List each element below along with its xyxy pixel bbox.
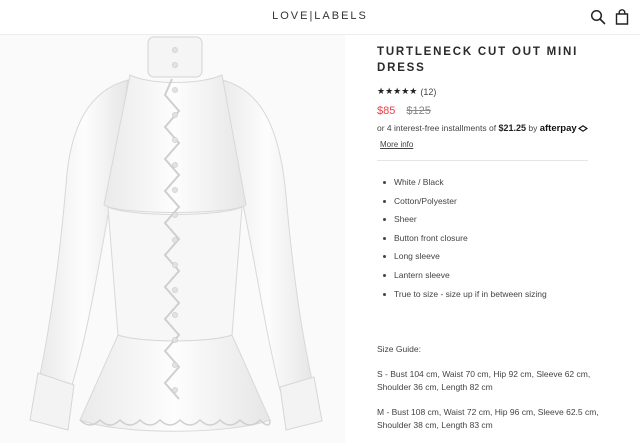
dress-illustration [29,36,323,432]
list-item: Sheer [377,210,592,229]
product-rating[interactable]: ★★★★★ (12) [377,86,592,97]
sale-price: $85 [377,105,396,117]
site-logo[interactable]: LOVE|LABELS [0,10,640,22]
size-guide-row: M - Bust 108 cm, Waist 72 cm, Hip 96 cm,… [377,407,599,430]
price-block: $85 $125 [377,105,592,117]
list-item: Button front closure [377,229,592,248]
product-info: TURTLENECK CUT OUT MINI DRESS ★★★★★ (12)… [377,44,592,303]
review-count: (12) [420,86,437,97]
more-info-link[interactable]: More info [380,140,413,149]
star-rating-icon: ★★★★★ [377,86,418,96]
list-item: Lantern sleeve [377,266,592,285]
list-item: Long sleeve [377,247,592,266]
installments-note: or 4 interest-free installments of $21.2… [377,123,592,134]
site-header: LOVE|LABELS [0,0,640,35]
feature-list: White / Black Cotton/Polyester Sheer But… [377,173,592,303]
list-item: True to size - size up if in between siz… [377,285,592,304]
product-image[interactable] [0,35,345,443]
list-item: Cotton/Polyester [377,192,592,211]
original-price: $125 [406,105,431,117]
size-guide-title: Size Guide: [377,344,421,354]
afterpay-icon [577,125,588,132]
search-icon[interactable] [590,9,606,25]
installments-prefix: or 4 interest-free installments of [377,123,497,133]
afterpay-logo: afterpay [540,123,588,134]
size-guide-row: S - Bust 104 cm, Waist 70 cm, Hip 92 cm,… [377,369,591,392]
installments-by: by [528,123,538,133]
product-title: TURTLENECK CUT OUT MINI DRESS [377,46,579,74]
list-item: White / Black [377,173,592,192]
installment-amount: $21.25 [498,123,526,133]
divider [377,160,588,161]
bag-icon[interactable] [614,9,630,25]
size-guide: Size Guide: S - Bust 104 cm, Waist 70 cm… [377,343,607,444]
